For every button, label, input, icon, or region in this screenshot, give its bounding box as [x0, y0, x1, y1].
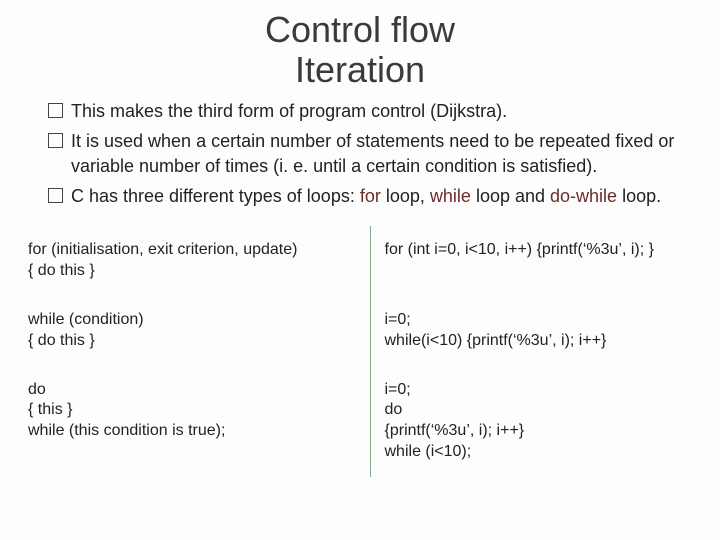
checkbox-icon [48, 133, 63, 148]
table-row: for (initialisation, exit criterion, upd… [20, 226, 720, 296]
bullet-span: loop, [381, 186, 430, 206]
dowhile-template-cell: do { this } while (this condition is tru… [20, 366, 370, 477]
bullet-item: C has three different types of loops: fo… [48, 184, 700, 208]
while-example-cell: i=0; while(i<10) {printf(‘%3u’, i); i++} [370, 296, 720, 366]
title-line-1: Control flow [20, 10, 700, 50]
keyword-while: while [430, 186, 471, 206]
for-example-cell: for (int i=0, i<10, i++) {printf(‘%3u’, … [370, 226, 720, 296]
bullet-text: It is used when a certain number of stat… [71, 129, 700, 178]
keyword-dowhile: do-while [550, 186, 617, 206]
bullet-list: This makes the third form of program con… [48, 99, 700, 208]
dowhile-example-cell: i=0; do {printf(‘%3u’, i); i++} while (i… [370, 366, 720, 477]
code-table-wrap: for (initialisation, exit criterion, upd… [20, 226, 720, 476]
slide-title: Control flow Iteration [20, 10, 700, 89]
keyword-for: for [360, 186, 381, 206]
bullet-span: C has three different types of loops: [71, 186, 360, 206]
bullet-text: This makes the third form of program con… [71, 99, 700, 123]
code-table: for (initialisation, exit criterion, upd… [20, 226, 720, 476]
checkbox-icon [48, 188, 63, 203]
table-row: while (condition) { do this } i=0; while… [20, 296, 720, 366]
slide: Control flow Iteration This makes the th… [0, 0, 720, 540]
bullet-item: This makes the third form of program con… [48, 99, 700, 123]
bullet-text: C has three different types of loops: fo… [71, 184, 700, 208]
while-template-cell: while (condition) { do this } [20, 296, 370, 366]
table-row: do { this } while (this condition is tru… [20, 366, 720, 477]
for-template-cell: for (initialisation, exit criterion, upd… [20, 226, 370, 296]
bullet-item: It is used when a certain number of stat… [48, 129, 700, 178]
bullet-span: loop and [471, 186, 550, 206]
checkbox-icon [48, 103, 63, 118]
bullet-span: loop. [617, 186, 661, 206]
title-line-2: Iteration [20, 50, 700, 90]
